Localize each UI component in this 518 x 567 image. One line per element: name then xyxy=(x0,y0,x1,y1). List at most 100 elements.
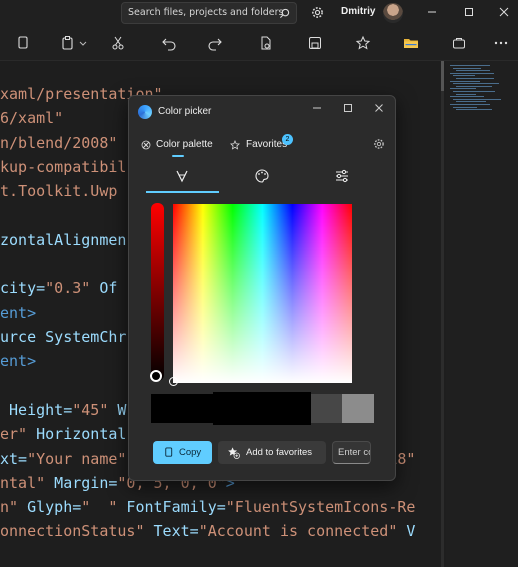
sliders-mode-icon[interactable] xyxy=(334,168,350,184)
code-token: FontFamily= xyxy=(117,498,226,517)
code-token: 6/xaml" xyxy=(0,109,64,128)
user-avatar[interactable] xyxy=(383,3,403,23)
minimap-line xyxy=(450,96,484,98)
code-token: Text= xyxy=(144,522,199,541)
maximize-icon[interactable] xyxy=(461,4,477,20)
selected-color-swatch[interactable] xyxy=(213,392,311,425)
search-icon[interactable] xyxy=(279,8,290,19)
color-value-placeholder: Enter co xyxy=(338,447,371,458)
minimap-line xyxy=(453,83,499,85)
code-line[interactable]: kup-compatibil xyxy=(0,158,126,176)
palette-mode-icon[interactable] xyxy=(254,168,270,184)
copy-button-icon xyxy=(165,447,173,457)
code-token: Of xyxy=(90,279,118,298)
copy-icon[interactable] xyxy=(15,35,31,51)
code-line[interactable]: ent> xyxy=(0,352,36,370)
picker-settings-gear-icon[interactable] xyxy=(373,138,385,150)
code-token: Toolkit xyxy=(18,182,82,201)
cut-icon[interactable] xyxy=(110,35,126,51)
editor-minimap[interactable] xyxy=(446,61,518,567)
settings-file-icon[interactable] xyxy=(258,35,274,51)
code-line[interactable]: t.Toolkit.Uwp xyxy=(0,182,117,200)
search-placeholder: Search files, projects and folders xyxy=(128,7,284,18)
code-line[interactable]: 6/xaml" xyxy=(0,109,63,127)
minimap-line xyxy=(450,65,490,66)
saturation-value-area[interactable] xyxy=(173,204,352,383)
hue-slider[interactable] xyxy=(151,203,164,381)
tab-color-palette[interactable]: Color palette xyxy=(156,139,213,150)
code-token: " " xyxy=(81,498,118,517)
code-line[interactable]: n" Glyph=" " FontFamily="FluentSystemIco… xyxy=(0,498,415,516)
code-token: "45" xyxy=(72,400,109,419)
code-token: "Your name" xyxy=(27,449,127,468)
favorites-count-badge: 2 xyxy=(282,134,293,145)
code-token: "FluentSystemIcons-Re xyxy=(225,498,416,517)
code-token: t. xyxy=(0,182,19,201)
active-tab-indicator xyxy=(172,155,184,157)
minimap-line xyxy=(456,70,490,72)
minimize-icon[interactable] xyxy=(424,4,440,20)
copy-button-label: Copy xyxy=(179,447,202,458)
toolbar xyxy=(0,26,518,61)
redo-icon[interactable] xyxy=(207,35,223,51)
favorites-star-icon[interactable] xyxy=(355,35,371,51)
eyedropper-mode-icon[interactable] xyxy=(174,168,190,184)
copy-button[interactable]: Copy xyxy=(153,441,212,464)
code-token: urce SystemChr xyxy=(0,328,127,346)
minimap-line xyxy=(450,80,480,82)
palette-tab-icon xyxy=(141,140,151,150)
color-area-thumb[interactable] xyxy=(169,377,178,386)
chevron-down-icon[interactable] xyxy=(78,35,88,51)
active-mode-indicator xyxy=(146,191,219,193)
undo-icon[interactable] xyxy=(161,35,177,51)
color-picker-window: Color picker Color palette Favorites 2 C… xyxy=(128,95,396,481)
picker-close-icon[interactable] xyxy=(373,102,385,114)
user-name[interactable]: Dmitriy xyxy=(341,6,375,17)
color-swatch[interactable] xyxy=(311,394,342,423)
color-swatch[interactable] xyxy=(342,394,374,423)
code-token: n/blend/2008" xyxy=(0,133,118,152)
title-bar: Search files, projects and folders Dmitr… xyxy=(0,0,518,26)
code-token: kup-compatibil xyxy=(0,157,127,176)
editor-scrollbar-track[interactable] xyxy=(441,61,444,567)
more-options-icon[interactable] xyxy=(493,35,509,51)
hue-slider-thumb[interactable] xyxy=(150,370,162,382)
favorites-tab-star-icon xyxy=(230,140,240,150)
code-line[interactable]: city="0.3" Of xyxy=(0,279,117,297)
code-token: Horizontal xyxy=(27,425,127,444)
picker-mode-tabs xyxy=(129,164,395,192)
star-add-icon xyxy=(228,447,240,459)
bag-icon[interactable] xyxy=(451,35,467,51)
code-token: "Account is connected" xyxy=(198,522,398,541)
color-swatch[interactable] xyxy=(181,394,213,423)
folder-icon[interactable] xyxy=(403,35,419,51)
save-icon[interactable] xyxy=(307,35,323,51)
color-swatch[interactable] xyxy=(151,394,181,423)
close-icon[interactable] xyxy=(496,4,512,20)
minimap-line xyxy=(456,109,492,111)
settings-gear-icon[interactable] xyxy=(311,6,324,19)
minimap-line xyxy=(450,104,490,105)
search-box[interactable]: Search files, projects and folders xyxy=(121,2,297,24)
editor-scrollbar-thumb[interactable] xyxy=(441,61,444,91)
minimap-line xyxy=(456,78,494,79)
code-token: zontalAlignmen xyxy=(0,230,127,249)
picker-minimize-icon[interactable] xyxy=(311,102,323,114)
code-line[interactable]: zontalAlignmen xyxy=(0,231,126,249)
code-token: ent> xyxy=(0,303,37,322)
add-to-favorites-label: Add to favorites xyxy=(246,447,313,458)
window-title: Color picker xyxy=(158,106,212,117)
minimap-line xyxy=(453,106,477,108)
code-line[interactable]: onnectionStatus" Text="Account is connec… xyxy=(0,522,415,540)
color-value-input[interactable]: Enter co xyxy=(332,441,371,464)
add-to-favorites-button[interactable]: Add to favorites xyxy=(218,441,326,464)
code-token: ent> xyxy=(0,352,37,371)
picker-maximize-icon[interactable] xyxy=(342,102,354,114)
code-token: Glyph= xyxy=(18,498,82,517)
code-token: ntal" xyxy=(0,473,46,492)
code-token: W xyxy=(108,400,127,419)
tab-favorites[interactable]: Favorites xyxy=(246,139,287,150)
paste-icon[interactable] xyxy=(60,35,76,51)
code-line[interactable]: n/blend/2008" xyxy=(0,134,117,152)
code-line[interactable]: ent> xyxy=(0,304,36,322)
